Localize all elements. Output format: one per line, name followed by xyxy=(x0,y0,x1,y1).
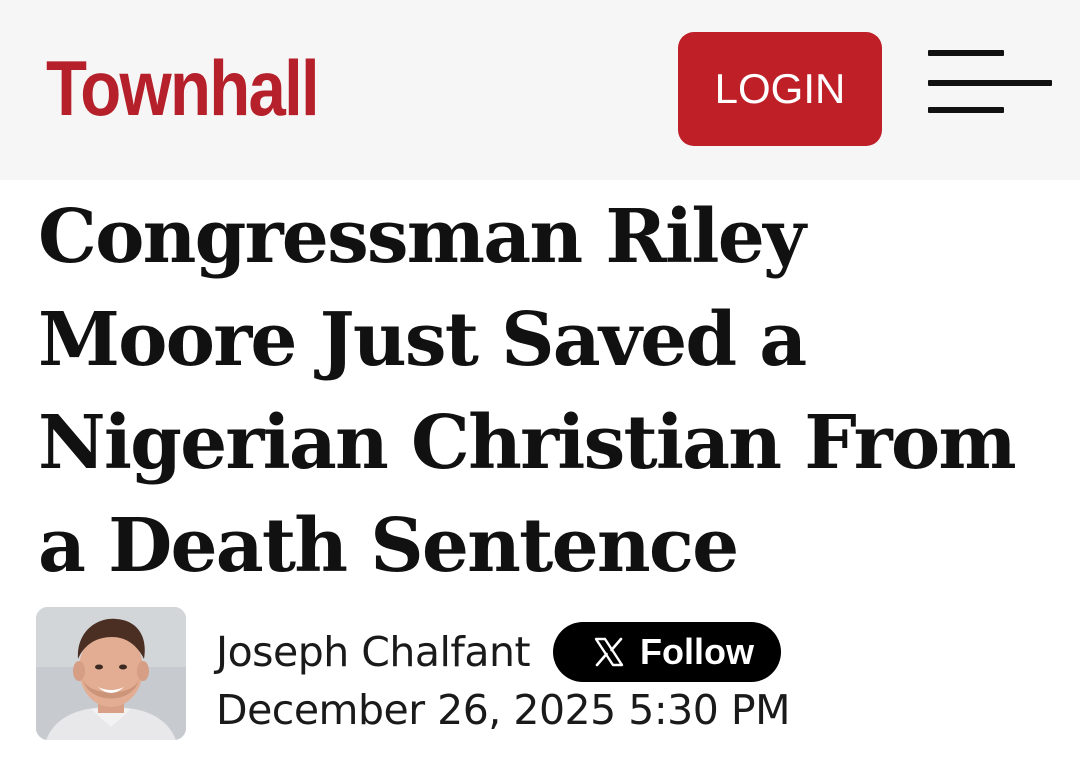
author-avatar[interactable] xyxy=(36,607,186,740)
x-follow-button[interactable]: Follow xyxy=(553,622,781,682)
article-page: Townhall LOGIN Congressman Riley Moore J… xyxy=(0,0,1080,773)
x-logo-icon xyxy=(594,637,624,667)
hamburger-menu-icon[interactable] xyxy=(928,50,1052,114)
author-name[interactable]: Joseph Chalfant xyxy=(216,624,531,680)
login-button[interactable]: LOGIN xyxy=(678,32,882,146)
site-logo[interactable]: Townhall xyxy=(46,44,320,132)
article-headline: Congressman Riley Moore Just Saved a Nig… xyxy=(38,194,1017,589)
publish-date: December 26, 2025 5:30 PM xyxy=(216,686,790,734)
follow-label: Follow xyxy=(640,631,754,672)
site-header: Townhall LOGIN xyxy=(0,0,1080,180)
author-photo xyxy=(36,607,186,740)
